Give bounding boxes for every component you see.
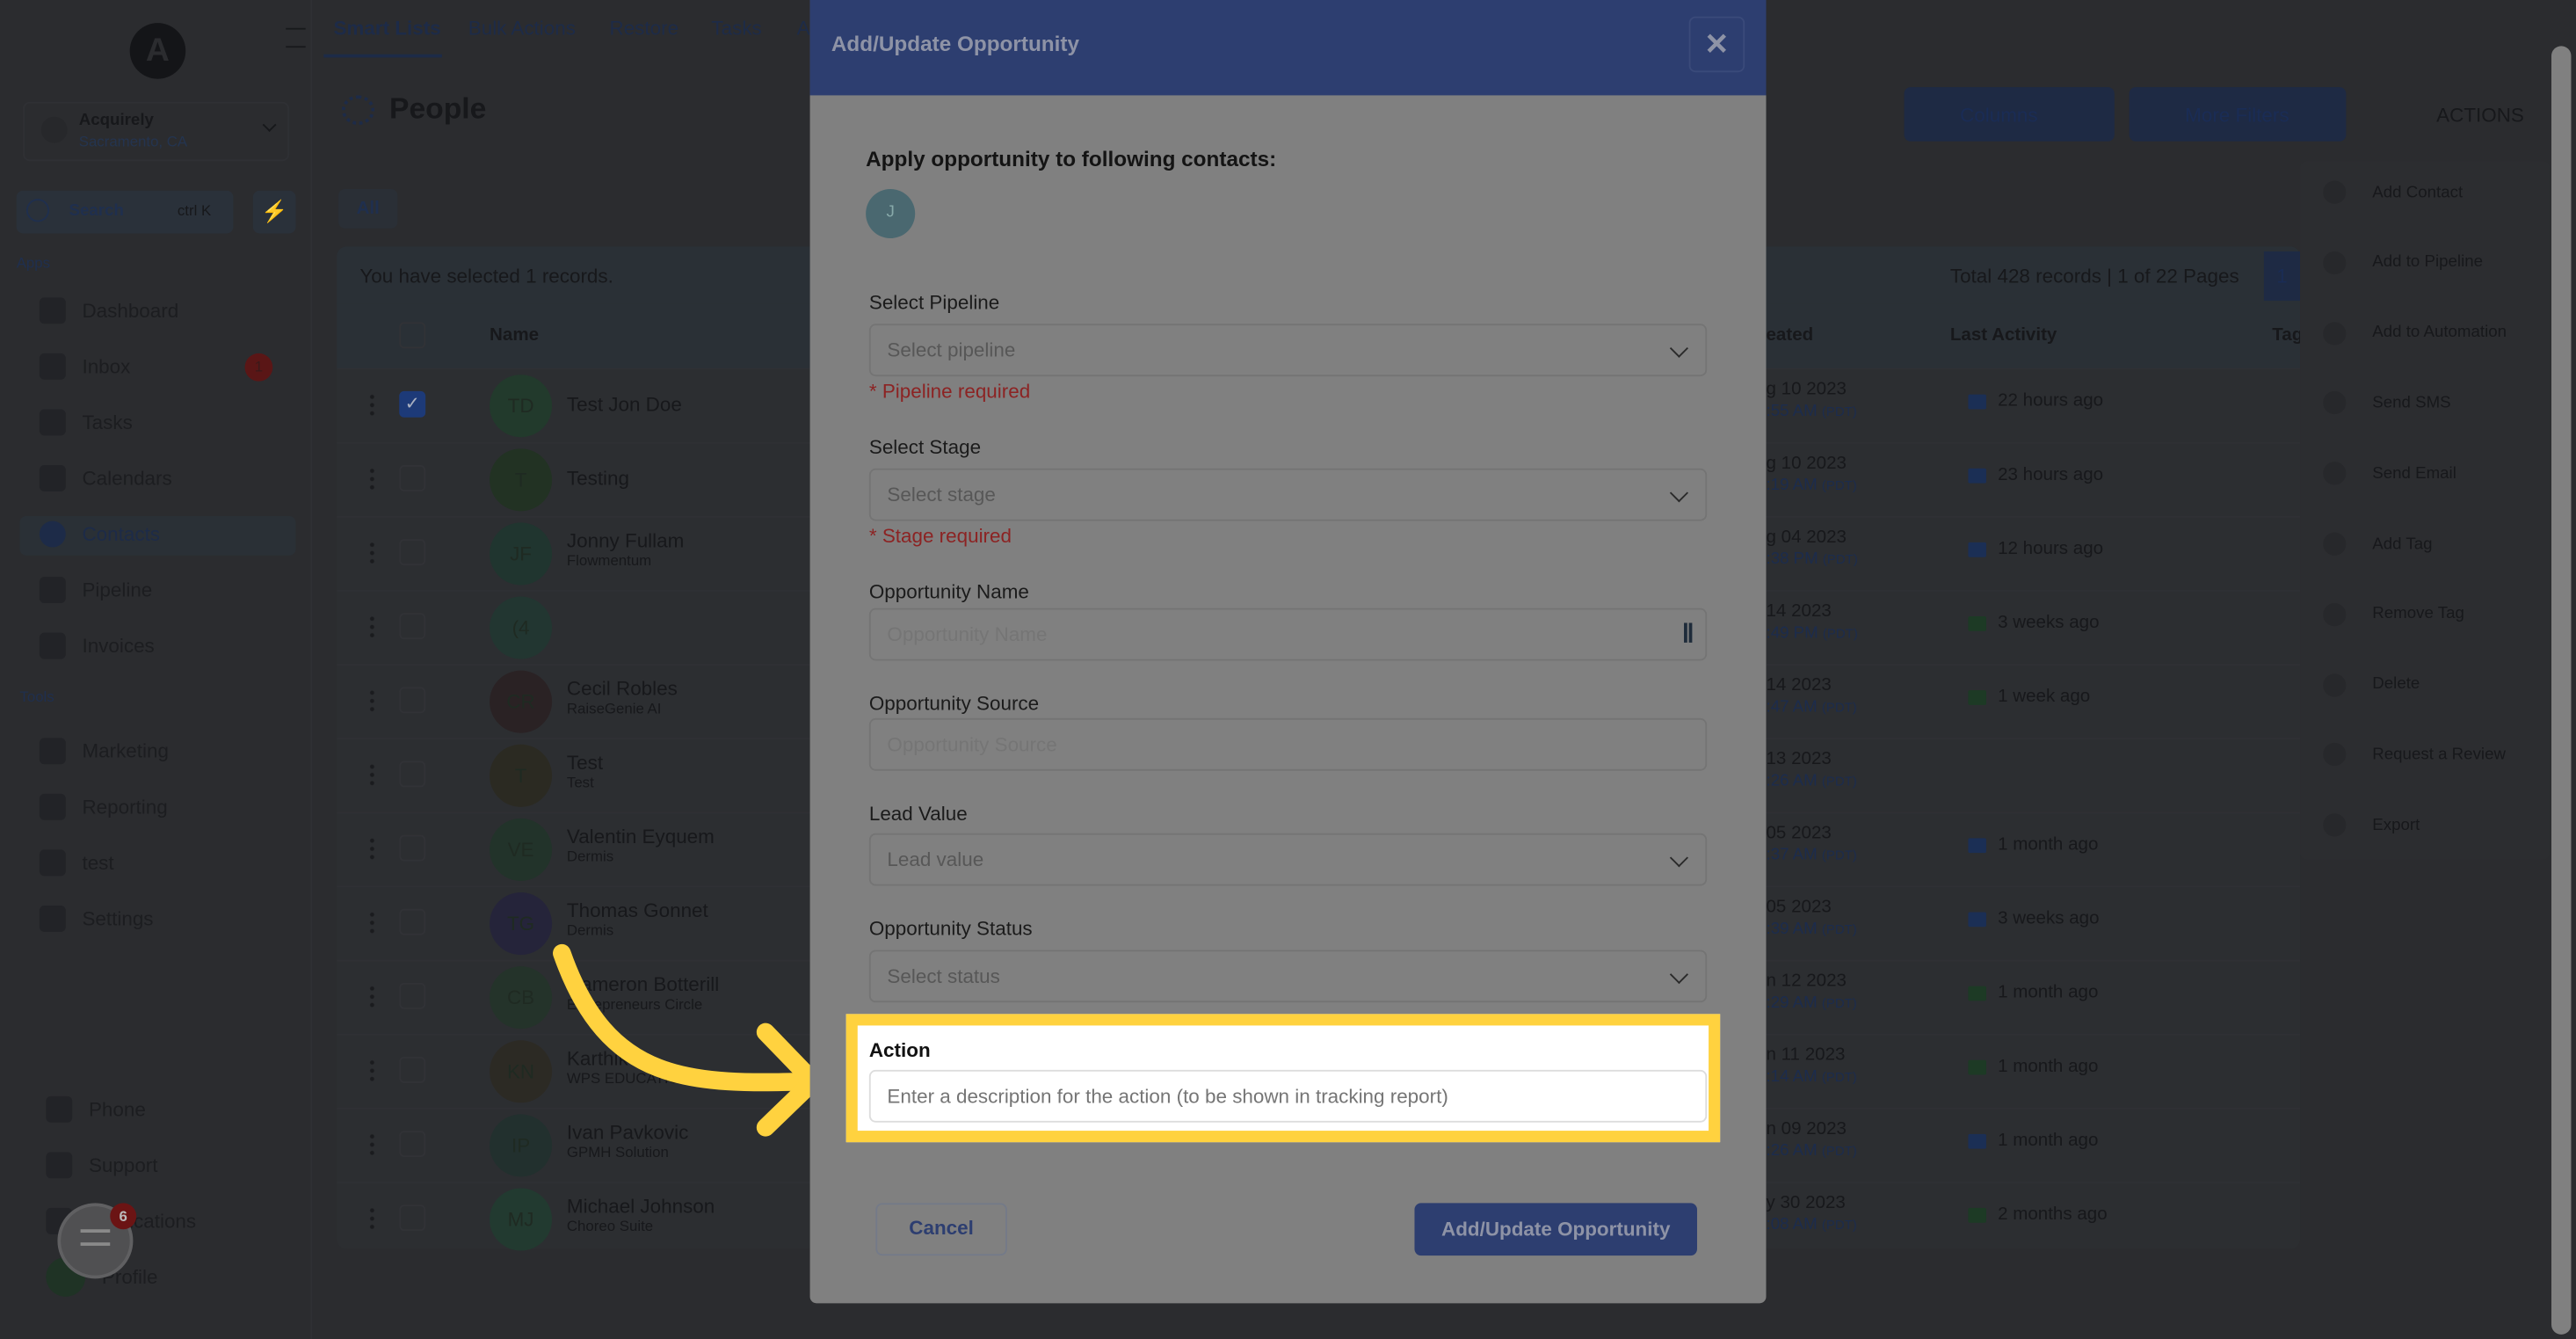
- action-description-input[interactable]: [868, 1069, 1708, 1123]
- status-placeholder: Select status: [887, 964, 1000, 988]
- chevron-down-icon: [1669, 338, 1688, 358]
- contact-avatar: J: [866, 188, 916, 239]
- submit-label: Add/Update Opportunity: [1440, 1218, 1671, 1241]
- submit-opportunity-button[interactable]: Add/Update Opportunity: [1414, 1203, 1697, 1256]
- opportunity-name-label: Opportunity Name: [868, 579, 1029, 604]
- chevron-down-icon: [1669, 484, 1688, 503]
- apply-heading: Apply opportunity to following contacts:: [866, 146, 1277, 171]
- lead-value-placeholder: Lead value: [887, 848, 984, 871]
- opportunity-source-label: Opportunity Source: [868, 691, 1040, 716]
- stage-select[interactable]: Select stage: [868, 468, 1708, 521]
- arrow-curve: [553, 943, 821, 1092]
- cancel-button[interactable]: Cancel: [875, 1203, 1007, 1256]
- opportunity-source-input[interactable]: [868, 717, 1708, 771]
- modal-title: Add/Update Opportunity: [831, 31, 1080, 56]
- pipeline-placeholder: Select pipeline: [887, 338, 1016, 362]
- stage-placeholder: Select stage: [887, 483, 996, 506]
- stage-label: Select Stage: [868, 435, 982, 459]
- pipeline-error: * Pipeline required: [868, 379, 1031, 403]
- chevron-down-icon: [1669, 964, 1688, 985]
- opportunity-name-input[interactable]: [868, 608, 1708, 661]
- status-select[interactable]: Select status: [868, 950, 1708, 1003]
- stage-error: * Stage required: [868, 524, 1012, 548]
- cancel-label: Cancel: [909, 1216, 974, 1240]
- pipeline-label: Select Pipeline: [868, 290, 1000, 315]
- lead-value-select[interactable]: Lead value: [868, 833, 1708, 886]
- lead-value-label: Lead Value: [868, 802, 968, 826]
- screen: A Acquirely Sacramento, CA Search ctrl K…: [0, 0, 2576, 1339]
- close-button[interactable]: ✕: [1688, 16, 1745, 73]
- pipeline-select[interactable]: Select pipeline: [868, 324, 1708, 377]
- action-label: Action: [868, 1038, 931, 1062]
- chevron-down-icon: [1669, 848, 1688, 868]
- password-manager-icon[interactable]: [1684, 622, 1693, 643]
- status-label: Opportunity Status: [868, 917, 1033, 941]
- add-update-opportunity-modal: Add/Update Opportunity ✕ Apply opportuni…: [809, 0, 1767, 1304]
- modal-header: Add/Update Opportunity ✕: [809, 0, 1767, 96]
